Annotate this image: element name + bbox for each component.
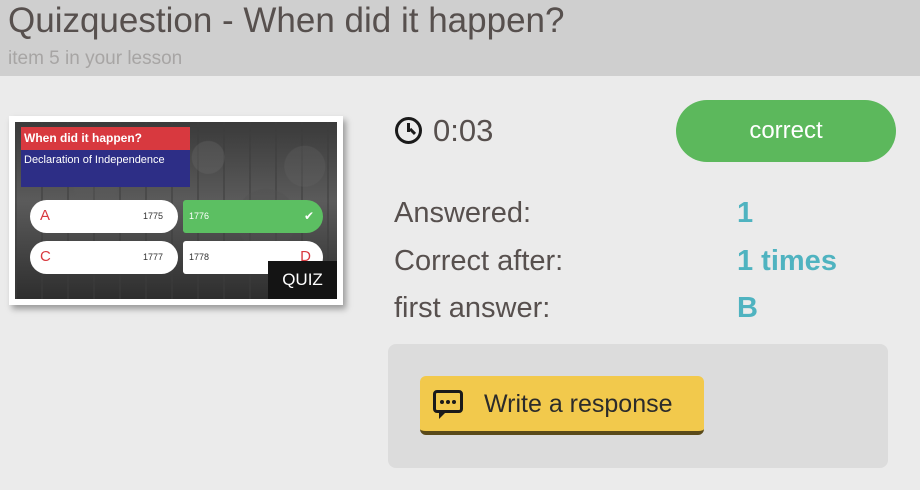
correct-after-label: Correct after: bbox=[394, 245, 564, 277]
option-letter: A bbox=[40, 207, 51, 224]
quiz-thumbnail[interactable]: When did it happen? Declaration of Indep… bbox=[9, 116, 343, 305]
option-letter: C bbox=[40, 248, 51, 265]
result-badge: correct bbox=[676, 100, 896, 162]
chat-dot bbox=[452, 400, 456, 404]
page-title: Quizquestion - When did it happen? bbox=[8, 1, 565, 40]
option-value: 1776 bbox=[189, 211, 210, 221]
thumbnail-option-a: A 1775 bbox=[30, 200, 178, 233]
thumbnail-option-c: C 1777 bbox=[30, 241, 178, 274]
quiz-badge: QUIZ bbox=[268, 261, 337, 299]
correct-after-value: 1 times bbox=[737, 245, 837, 277]
option-value: 1777 bbox=[142, 252, 163, 262]
option-value: 1778 bbox=[189, 252, 210, 262]
thumbnail-question-text: Declaration of Independence bbox=[21, 150, 190, 187]
chat-dot bbox=[440, 400, 444, 404]
check-icon: ✔ bbox=[303, 209, 314, 223]
clock-icon bbox=[395, 117, 422, 144]
answered-label: Answered: bbox=[394, 197, 532, 229]
page-subtitle: item 5 in your lesson bbox=[8, 48, 183, 69]
chat-dot bbox=[446, 400, 450, 404]
chat-icon bbox=[433, 390, 463, 419]
timer-value: 0:03 bbox=[433, 113, 494, 148]
thumbnail-option-b: 1776 ✔ bbox=[183, 200, 323, 233]
thumbnail-image: When did it happen? Declaration of Indep… bbox=[15, 122, 337, 299]
thumbnail-question-title: When did it happen? bbox=[21, 127, 190, 150]
write-response-button[interactable]: Write a response bbox=[420, 376, 704, 435]
answered-value: 1 bbox=[737, 197, 754, 229]
first-answer-value: B bbox=[737, 292, 758, 324]
write-response-label: Write a response bbox=[484, 390, 673, 418]
first-answer-label: first answer: bbox=[394, 292, 551, 324]
header: Quizquestion - When did it happen? item … bbox=[0, 0, 920, 76]
option-value: 1775 bbox=[142, 211, 163, 221]
